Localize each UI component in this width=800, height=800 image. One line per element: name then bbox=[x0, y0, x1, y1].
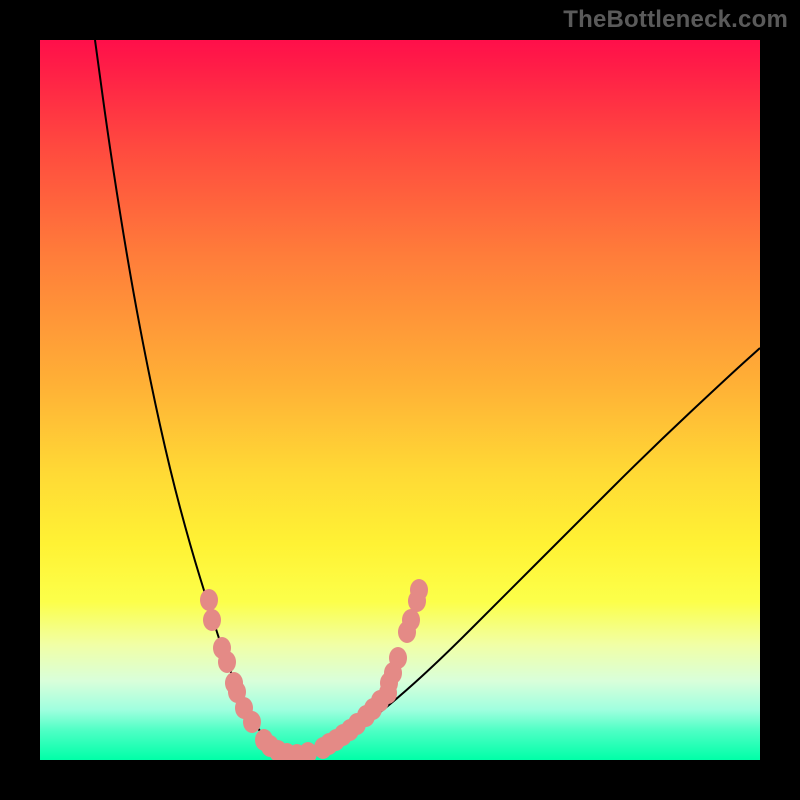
bottleneck-curve-path bbox=[95, 40, 760, 754]
curve-marker bbox=[218, 651, 236, 673]
curve-marker bbox=[389, 647, 407, 669]
plot-area bbox=[40, 40, 760, 760]
curve-marker bbox=[200, 589, 218, 611]
curve-marker bbox=[203, 609, 221, 631]
markers-group bbox=[200, 579, 428, 760]
chart-container: TheBottleneck.com bbox=[0, 0, 800, 800]
curve-svg bbox=[40, 40, 760, 760]
curve-marker bbox=[243, 711, 261, 733]
watermark-text: TheBottleneck.com bbox=[563, 6, 788, 34]
curve-marker bbox=[402, 609, 420, 631]
curve-marker bbox=[410, 579, 428, 601]
curve-marker bbox=[299, 742, 317, 760]
